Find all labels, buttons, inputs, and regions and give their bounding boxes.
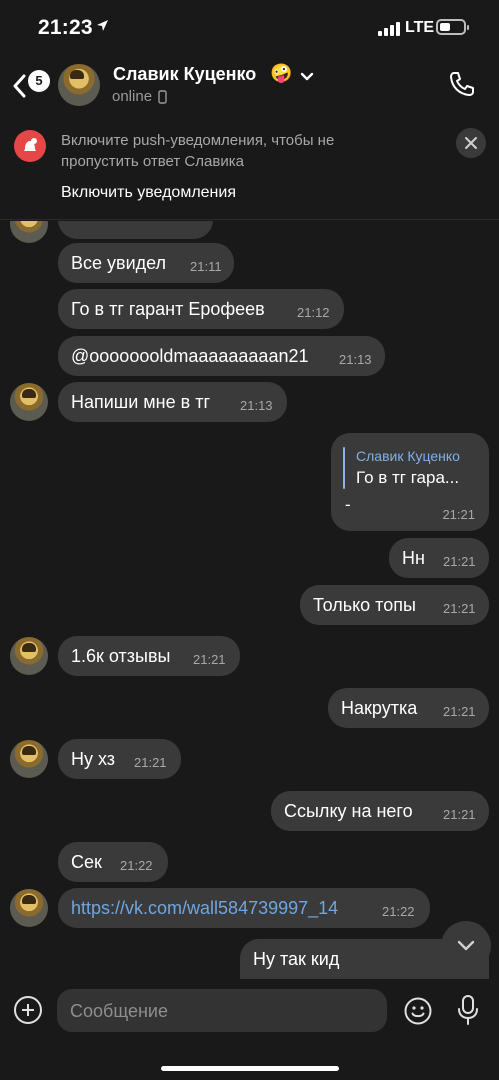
chevron-down-icon xyxy=(457,940,475,951)
microphone-icon[interactable] xyxy=(456,994,480,1031)
status-bar: 21:23 LTE xyxy=(0,0,499,56)
chat-header: 5 Славик Куценко 🤪 online xyxy=(0,56,499,116)
back-button[interactable]: 5 xyxy=(10,66,50,106)
message-bubble-in[interactable]: Напиши мне в тг 21:13 xyxy=(58,382,287,422)
contact-avatar-small[interactable] xyxy=(10,740,48,778)
message-bubble-in[interactable]: Го в тг гарант Ерофеев 21:12 xyxy=(58,289,344,329)
signal-icon xyxy=(378,22,400,36)
contact-name[interactable]: Славик Куценко xyxy=(113,64,256,85)
banner-text: Включите push-уведомления, чтобы не проп… xyxy=(61,132,335,170)
message-bubble-out[interactable]: Только топы 21:21 xyxy=(300,585,489,625)
back-chevron-icon xyxy=(13,74,26,98)
message-input-bar: Сообщение xyxy=(0,980,499,1080)
contact-avatar-small[interactable] xyxy=(10,383,48,421)
reply-author: Славик Куценко xyxy=(356,448,460,464)
message-input-placeholder: Сообщение xyxy=(70,1001,168,1021)
attach-plus-icon[interactable] xyxy=(14,996,42,1024)
name-emoji: 🤪 xyxy=(270,63,293,83)
message-bubble-in[interactable]: Ну хз 21:21 xyxy=(58,739,181,779)
battery-icon xyxy=(436,19,469,35)
message-link[interactable]: https://vk.com/wall584739997_14 xyxy=(71,898,338,919)
phone-icon[interactable] xyxy=(448,70,476,103)
message-input[interactable]: Сообщение xyxy=(57,989,387,1032)
message-bubble-in[interactable]: Сек 21:22 xyxy=(58,842,168,882)
network-label: LTE xyxy=(405,19,435,36)
message-bubble-in[interactable]: 1.6к отзывы 21:21 xyxy=(58,636,240,676)
scroll-to-bottom-button[interactable] xyxy=(441,921,491,971)
push-notification-banner: Включите push-уведомления, чтобы не проп… xyxy=(0,118,499,220)
message-bubble-out[interactable]: Ссылку на него 21:21 xyxy=(271,791,489,831)
contact-avatar-small[interactable] xyxy=(10,889,48,927)
mobile-device-icon xyxy=(158,90,170,104)
close-banner-button[interactable] xyxy=(456,128,486,158)
message-bubble-partial xyxy=(58,221,213,239)
message-bubble-in[interactable]: @oooooooldmaaaaaaaaan21 21:13 xyxy=(58,336,385,376)
message-bubble-out[interactable]: Накрутка 21:21 xyxy=(328,688,489,728)
home-indicator xyxy=(161,1066,339,1071)
unread-badge: 5 xyxy=(28,70,50,92)
chevron-down-icon[interactable] xyxy=(300,69,314,87)
emoji-icon[interactable] xyxy=(403,996,433,1031)
reply-preview: Го в тг гара... xyxy=(356,468,460,487)
contact-avatar-small[interactable] xyxy=(10,637,48,675)
contact-avatar[interactable] xyxy=(58,64,100,106)
close-icon xyxy=(465,137,477,149)
message-bubble-in[interactable]: https://vk.com/wall584739997_14 21:22 xyxy=(58,888,430,928)
status-time: 21:23 xyxy=(38,16,93,39)
contact-status: online xyxy=(112,88,153,105)
notification-bell-icon xyxy=(14,130,46,162)
message-bubble-out[interactable]: Нн 21:21 xyxy=(389,538,489,578)
enable-notifications-button[interactable]: Включить уведомления xyxy=(61,184,236,202)
location-arrow-icon xyxy=(96,19,109,37)
reply-quote-bar xyxy=(343,447,345,489)
message-bubble-out-reply[interactable]: Славик Куценко Го в тг гара... - 21:21 xyxy=(331,433,489,531)
contact-avatar-small xyxy=(10,221,48,243)
message-list[interactable]: Все увидел 21:11 Го в тг гарант Ерофеев … xyxy=(0,221,499,979)
message-bubble-in[interactable]: Все увидел 21:11 xyxy=(58,243,234,283)
